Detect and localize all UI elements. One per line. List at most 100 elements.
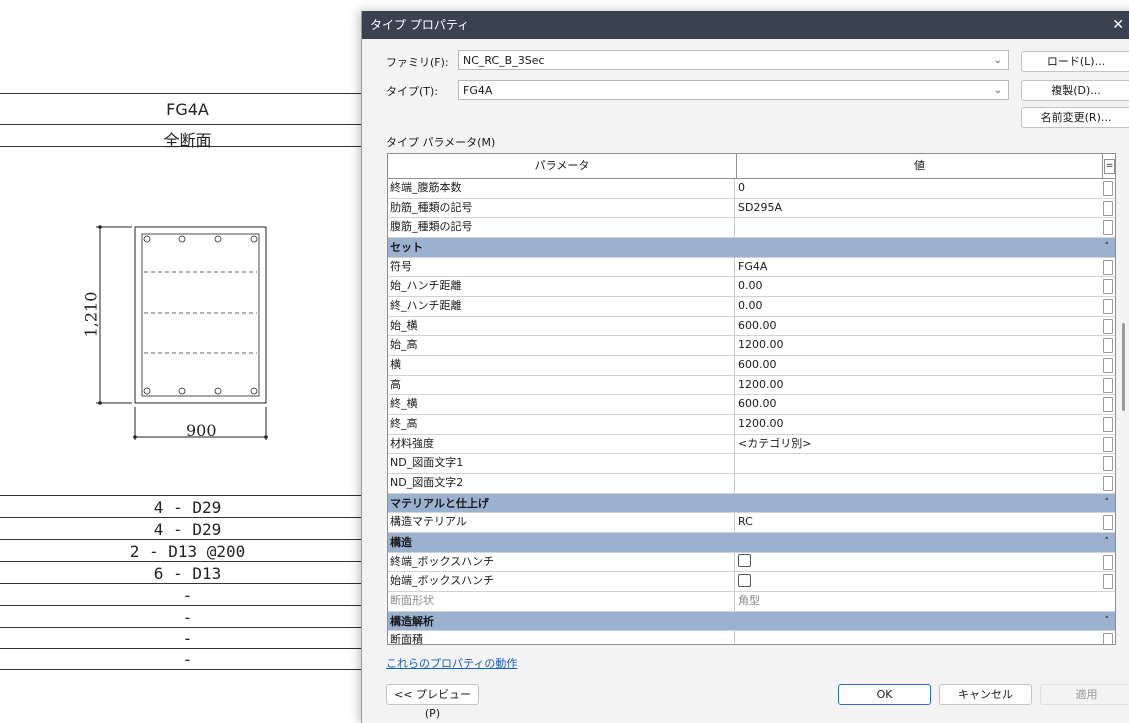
column-header-value[interactable]: 値 [737,154,1103,178]
type-label: タイプ(T): [386,85,439,98]
table-row[interactable]: 横 600.00 [388,356,1115,376]
table-line [0,124,375,125]
chevron-down-icon[interactable]: ⌄ [994,81,1002,101]
load-button[interactable]: ロード(L)... [1021,51,1129,72]
group-header-structure[interactable]: 構造 ˄ [388,533,1115,553]
grid-scrollbar-thumb[interactable] [1122,323,1125,411]
table-line [0,669,375,670]
type-parameters-label: タイプ パラメータ(M) [386,136,496,149]
formula-button[interactable] [1103,554,1113,570]
table-row[interactable]: 終端_ボックスハンチ [388,552,1115,573]
table-row[interactable]: 終端_腹筋本数 0 [388,179,1115,199]
table-row[interactable]: 始端_ボックスハンチ [388,572,1115,592]
table-line [0,517,375,518]
column-header-formula[interactable]: = [1104,159,1115,174]
family-label: ファミリ(F): [386,56,449,69]
formula-button[interactable] [1103,298,1113,314]
table-line [0,539,375,540]
table-line [0,583,375,584]
group-header-analysis[interactable]: 構造解析 ˄ [388,611,1115,632]
sheet-bar-row: 2 - D13 @200 [129,542,246,561]
formula-button[interactable] [1103,358,1113,373]
sheet-header-section: 全断面 [163,131,212,150]
formula-button[interactable] [1103,476,1113,492]
sheet-bar-row: - [182,629,193,648]
close-icon[interactable]: ✕ [1112,11,1124,39]
preview-button[interactable]: << プレビュー(P) [386,684,479,720]
formula-button[interactable] [1103,259,1113,275]
formula-button[interactable] [1103,574,1113,590]
ok-button[interactable]: OK [838,684,931,705]
formula-button[interactable] [1103,397,1113,413]
section-height-dimension: 1,210 [81,291,101,338]
table-row[interactable]: 断面積 [388,631,1115,644]
group-header-set[interactable]: セット ˄ [388,238,1115,258]
table-row[interactable]: 構造マテリアル RC [388,513,1115,533]
type-value: FG4A [463,84,493,97]
duplicate-button[interactable]: 複製(D)... [1021,80,1129,101]
cancel-button[interactable]: キャンセル [939,684,1032,705]
formula-button[interactable] [1103,200,1113,216]
formula-button[interactable] [1103,633,1113,644]
end-box-haunch-checkbox[interactable] [738,554,751,567]
formula-button[interactable] [1103,318,1113,334]
formula-button[interactable] [1103,338,1113,354]
type-combobox[interactable]: FG4A ⌄ [458,80,1009,100]
sheet-bar-row: 4 - D29 [153,498,222,517]
table-row[interactable]: 終_横 600.00 [388,395,1115,416]
chevron-down-icon[interactable]: ⌄ [994,51,1002,71]
family-combobox[interactable]: NC_RC_B_3Sec ⌄ [458,50,1009,70]
family-value: NC_RC_B_3Sec [463,54,545,67]
collapse-icon[interactable]: ˄ [1105,494,1110,513]
table-row[interactable]: 腹筋_種類の記号 [388,218,1115,239]
grid-rows: 終端_腹筋本数 0 肋筋_種類の記号 SD295A 腹筋_種類の記号 セット ˄ 符号… [388,179,1115,644]
table-row[interactable]: 材料強度 <カテゴリ別> [388,434,1115,455]
table-line [0,627,375,628]
table-row[interactable]: 始_ハンチ距離 0.00 [388,277,1115,297]
beam-section-drawing [96,225,268,440]
collapse-icon[interactable]: ˄ [1105,238,1110,257]
table-row[interactable]: 始_高 1200.00 [388,336,1115,356]
table-line [0,648,375,649]
formula-button[interactable] [1103,279,1113,295]
parameter-grid: パラメータ 値 = 終端_腹筋本数 0 肋筋_種類の記号 SD295A 腹筋_種類の… [387,153,1116,645]
table-line [0,605,375,606]
column-header-parameter[interactable]: パラメータ [388,154,737,178]
formula-button[interactable] [1103,456,1113,472]
table-line [0,561,375,562]
formula-button[interactable] [1103,220,1113,236]
sheet-bar-row: - [182,608,193,627]
sheet-bar-row: 6 - D13 [153,564,222,583]
table-row: 断面形状 角型 [388,591,1115,612]
formula-button[interactable] [1103,436,1113,452]
type-properties-dialog: タイプ プロパティ ✕ ファミリ(F): NC_RC_B_3Sec ⌄ ロード(… [361,11,1129,723]
collapse-icon[interactable]: ˄ [1105,612,1110,631]
table-row[interactable]: ND_図面文字2 [388,474,1115,494]
sheet-bar-row: - [182,650,193,669]
table-line [0,93,375,94]
formula-button[interactable] [1103,417,1113,433]
apply-button[interactable]: 適用 [1040,684,1129,705]
table-row[interactable]: 符号 FG4A [388,257,1115,278]
group-header-material[interactable]: マテリアルと仕上げ ˄ [388,493,1115,514]
start-box-haunch-checkbox[interactable] [738,573,751,587]
formula-button[interactable] [1103,181,1113,196]
sheet-bar-row: 4 - D29 [153,520,222,539]
table-line [0,495,375,496]
collapse-icon[interactable]: ˄ [1105,533,1110,552]
table-row[interactable]: 肋筋_種類の記号 SD295A [388,198,1115,219]
formula-button[interactable] [1103,377,1113,393]
sheet-header-mark: FG4A [166,100,209,119]
grid-header: パラメータ 値 = [388,154,1115,179]
rename-button[interactable]: 名前変更(R)... [1021,107,1129,128]
table-row[interactable]: ND_図面文字1 [388,454,1115,475]
section-width-dimension: 900 [186,421,217,440]
dialog-titlebar[interactable]: タイプ プロパティ ✕ [362,11,1129,39]
table-row[interactable]: 高 1200.00 [388,375,1115,396]
properties-behavior-link[interactable]: これらのプロパティの動作 [386,655,517,671]
table-row[interactable]: 始_横 600.00 [388,316,1115,337]
formula-button[interactable] [1103,515,1113,531]
dialog-title: タイプ プロパティ [370,18,470,32]
table-row[interactable]: 終_高 1200.00 [388,415,1115,435]
table-row[interactable]: 終_ハンチ距離 0.00 [388,296,1115,317]
